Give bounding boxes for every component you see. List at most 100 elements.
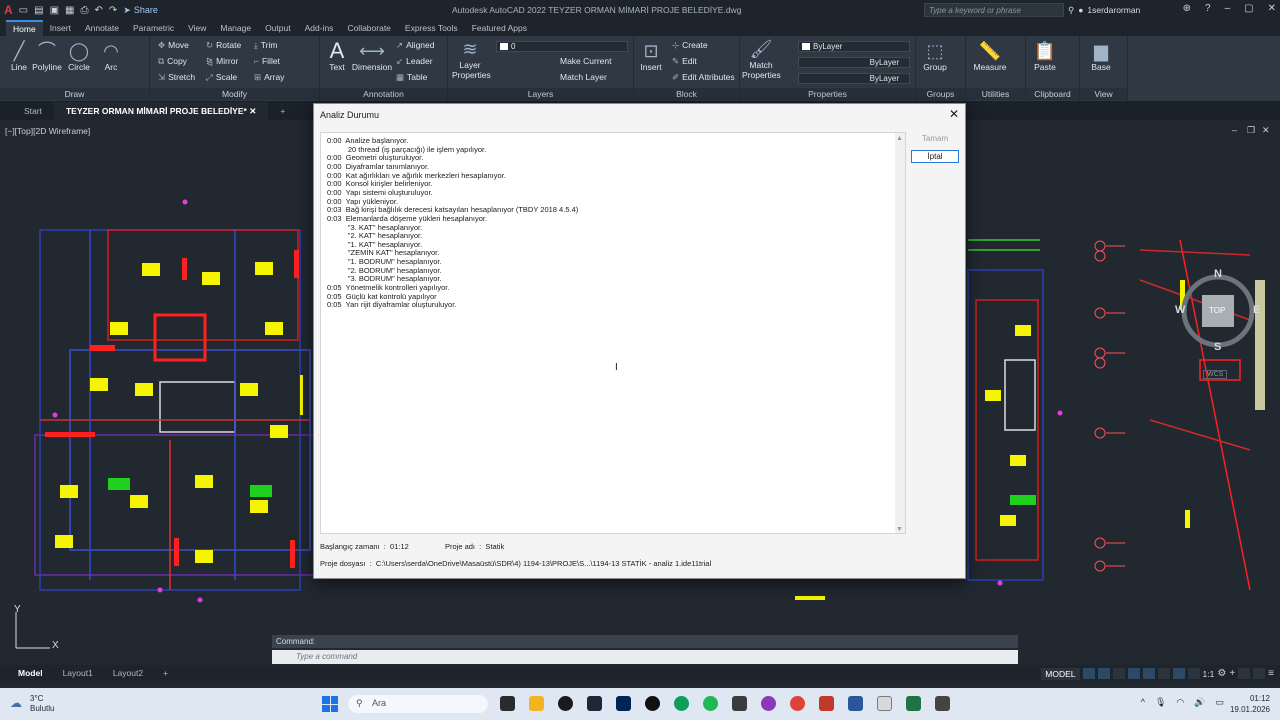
annotation-visibility-icon[interactable]: [1187, 668, 1200, 679]
arc-button[interactable]: ◠ Arc: [94, 40, 128, 72]
insert-button[interactable]: ⊡ Insert: [634, 40, 668, 72]
lineweight-toggle-icon[interactable]: [1157, 668, 1170, 679]
clock[interactable]: 01:12 19.01.2026: [1230, 693, 1270, 715]
selection-cycling-icon[interactable]: [1172, 668, 1185, 679]
tab-express-tools[interactable]: Express Tools: [398, 21, 465, 35]
tab-collaborate[interactable]: Collaborate: [340, 21, 397, 35]
ortho-toggle-icon[interactable]: [1112, 668, 1125, 679]
tab-output[interactable]: Output: [258, 21, 298, 35]
annotation-panel-title[interactable]: Annotation: [320, 88, 447, 100]
groups-panel-title[interactable]: Groups: [916, 88, 965, 100]
viewcube-top-face[interactable]: TOP: [1209, 306, 1225, 315]
viewport-minimize-icon[interactable]: –: [1232, 125, 1237, 135]
app-icon-1[interactable]: [558, 696, 573, 711]
clipboard-panel-title[interactable]: Clipboard: [1026, 88, 1079, 100]
tab-home[interactable]: Home: [6, 20, 43, 36]
app-icon-5[interactable]: [877, 696, 892, 711]
osnap-toggle-icon[interactable]: [1142, 668, 1155, 679]
edit-attributes-button[interactable]: ✐ Edit Attributes: [672, 72, 735, 83]
modify-panel-title[interactable]: Modify: [150, 88, 319, 100]
rotate-button[interactable]: ↻ Rotate: [206, 40, 241, 51]
workspace-gear-icon[interactable]: ⚙: [1217, 668, 1226, 679]
analysis-log[interactable]: 0:00 Analize başlanıyor. 20 thread (iş p…: [320, 132, 906, 534]
tab-insert[interactable]: Insert: [43, 21, 78, 35]
share-button[interactable]: ➤ Share: [123, 5, 158, 16]
calculator-icon[interactable]: [935, 696, 950, 711]
model-tab[interactable]: Model: [0, 668, 53, 678]
table-button[interactable]: ▦ Table: [396, 72, 427, 83]
current-layer-dropdown[interactable]: 0: [496, 41, 628, 52]
match-properties-button[interactable]: 🖌 Match Properties: [742, 38, 781, 80]
edit-block-button[interactable]: ✎ Edit: [672, 56, 697, 67]
add-layout-icon[interactable]: +: [153, 668, 178, 678]
snap-toggle-icon[interactable]: [1097, 668, 1110, 679]
fillet-button[interactable]: ⌐ Fillet: [254, 56, 280, 66]
clean-screen-icon[interactable]: [1253, 668, 1266, 679]
compass-east[interactable]: E: [1253, 304, 1260, 316]
weather-icon[interactable]: ☁: [10, 696, 22, 710]
scroll-up-icon[interactable]: ▲: [896, 135, 903, 142]
new-tab-icon[interactable]: +: [268, 102, 297, 120]
help-search-input[interactable]: Type a keyword or phrase: [924, 3, 1064, 17]
dimension-button[interactable]: ⟷ Dimension: [350, 40, 394, 72]
stretch-button[interactable]: ⇲ Stretch: [158, 72, 195, 83]
wcs-menu[interactable]: WCS: [1203, 370, 1228, 379]
compass-north[interactable]: N: [1214, 268, 1222, 280]
properties-panel-title[interactable]: Properties: [740, 88, 915, 100]
customization-menu-icon[interactable]: ≡: [1268, 668, 1274, 679]
autocad-logo-icon[interactable]: A: [4, 3, 13, 17]
edge-icon[interactable]: [674, 696, 689, 711]
dialog-close-icon[interactable]: ✕: [949, 107, 959, 121]
volume-icon[interactable]: 🔊: [1194, 697, 1205, 708]
spotify-icon[interactable]: [703, 696, 718, 711]
tab-manage[interactable]: Manage: [213, 21, 258, 35]
save-icon[interactable]: ▣: [50, 5, 59, 16]
trim-button[interactable]: ⤓ Trim: [254, 40, 277, 51]
leader-button[interactable]: ↙ Leader: [396, 56, 433, 67]
word-icon[interactable]: [848, 696, 863, 711]
mirror-button[interactable]: ⧎ Mirror: [206, 56, 238, 67]
file-explorer-icon[interactable]: [529, 696, 544, 711]
make-current-button[interactable]: Make Current: [560, 56, 612, 66]
scale-button[interactable]: ⤢ Scale: [206, 72, 237, 83]
move-button[interactable]: ✥ Move: [158, 40, 189, 51]
show-hidden-icons[interactable]: ^: [1141, 697, 1145, 708]
copy-button[interactable]: ⧉ Copy: [158, 56, 187, 67]
task-view-icon[interactable]: [500, 696, 515, 711]
tab-annotate[interactable]: Annotate: [78, 21, 126, 35]
annotation-scale[interactable]: 1:1: [1203, 669, 1215, 679]
text-button[interactable]: A Text: [320, 40, 354, 73]
tab-view[interactable]: View: [181, 21, 213, 35]
linetype-dropdown[interactable]: ByLayer: [798, 57, 910, 68]
tab-featured-apps[interactable]: Featured Apps: [465, 21, 534, 35]
polar-toggle-icon[interactable]: [1127, 668, 1140, 679]
polyline-button[interactable]: ⌒ Polyline: [30, 40, 64, 72]
redo-icon[interactable]: ↷: [109, 5, 117, 16]
group-button[interactable]: ⬚ Group: [918, 40, 952, 72]
circle-button[interactable]: ◯ Circle: [62, 40, 96, 72]
user-account[interactable]: ⚲ ● 1serdarorman: [1068, 5, 1140, 16]
command-input[interactable]: Type a command: [272, 650, 1018, 664]
compass-west[interactable]: W: [1175, 304, 1185, 316]
taskbar-search[interactable]: ⚲ Ara: [348, 695, 488, 713]
tab-add-ins[interactable]: Add-ins: [298, 21, 341, 35]
powershell-icon[interactable]: [616, 696, 631, 711]
draw-panel-title[interactable]: Draw: [0, 88, 149, 100]
maximize-icon[interactable]: ▢: [1244, 3, 1253, 14]
active-drawing-tab[interactable]: TEYZER ORMAN MİMARİ PROJE BELEDİYE* ✕: [53, 102, 269, 120]
new-file-icon[interactable]: ▭: [19, 5, 28, 16]
microphone-icon[interactable]: 🎙: [1155, 697, 1166, 708]
cart-icon[interactable]: ⊕: [1183, 3, 1191, 14]
block-panel-title[interactable]: Block: [634, 88, 739, 100]
layers-panel-title[interactable]: Layers: [448, 88, 633, 100]
cancel-button[interactable]: İptal: [911, 150, 959, 163]
chrome-icon[interactable]: [790, 696, 805, 711]
wifi-icon[interactable]: ◠: [1176, 697, 1184, 708]
search-icon[interactable]: ⚲: [1068, 5, 1074, 16]
layout2-tab[interactable]: Layout2: [103, 668, 153, 678]
open-file-icon[interactable]: ▤: [34, 5, 43, 16]
model-space-toggle[interactable]: MODEL: [1041, 667, 1080, 680]
start-menu-icon[interactable]: [322, 696, 338, 712]
ok-button[interactable]: Tamam: [911, 134, 959, 147]
measure-button[interactable]: 📏 Measure: [970, 40, 1010, 72]
